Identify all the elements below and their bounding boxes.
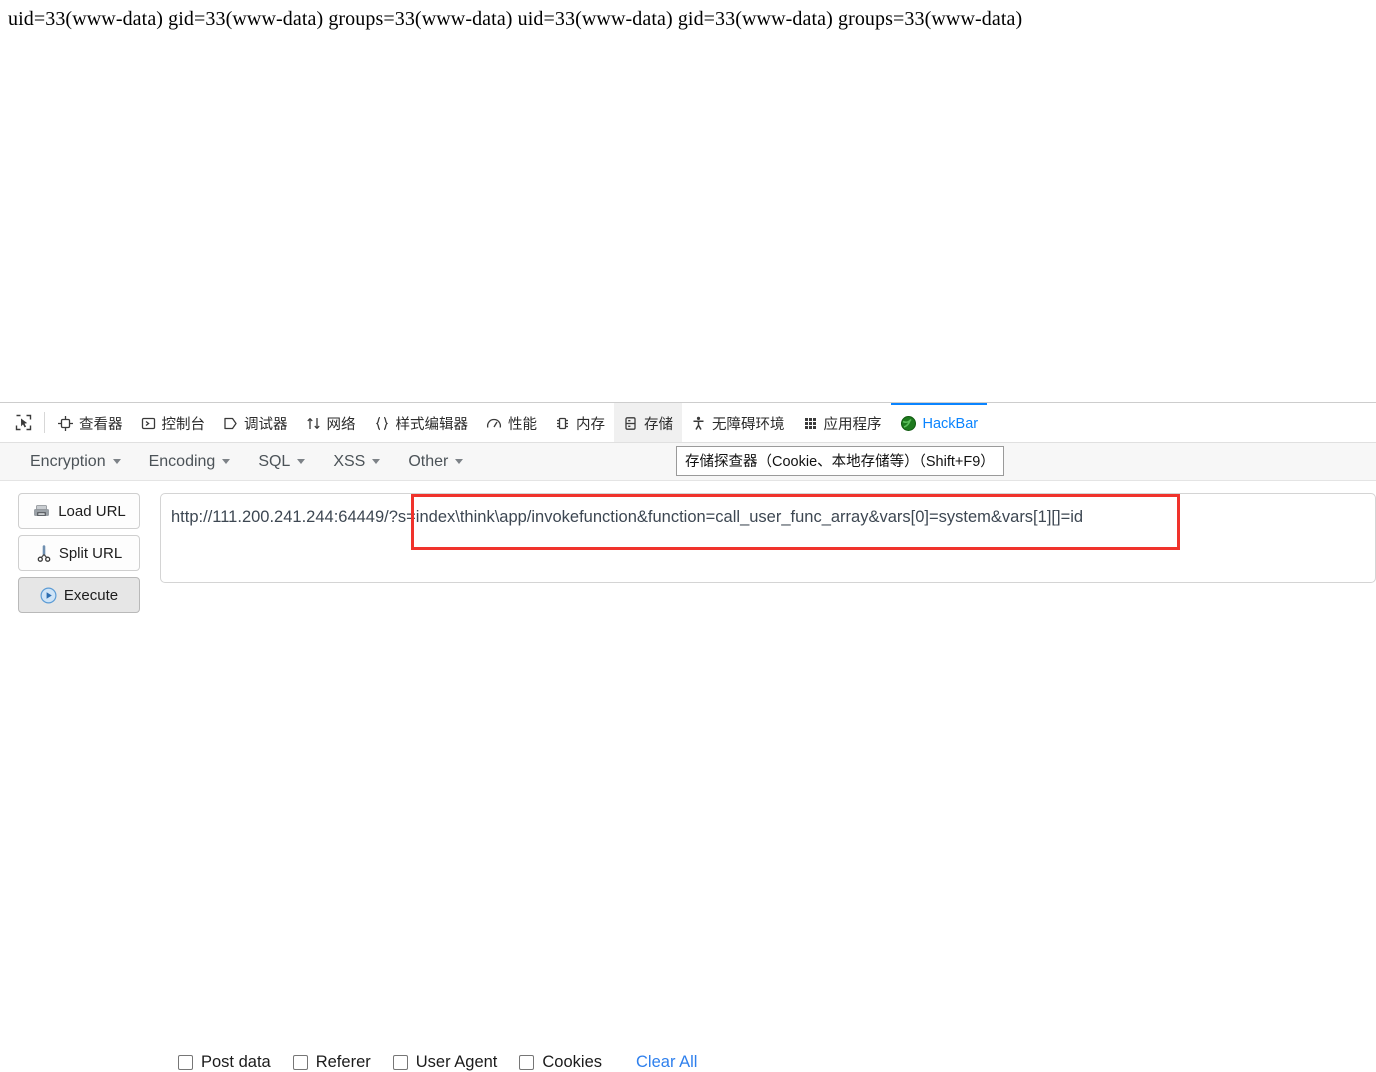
chevron-down-icon	[455, 459, 464, 464]
menu-encoding-label: Encoding	[148, 452, 216, 470]
checkbox-user-agent[interactable]: User Agent	[392, 1053, 498, 1072]
tab-style-editor-label: 样式编辑器	[395, 417, 469, 433]
checkbox-referer-box[interactable]	[292, 1055, 308, 1070]
application-icon	[803, 416, 818, 431]
tab-performance[interactable]: 性能	[477, 403, 546, 442]
checkbox-cookies-label: Cookies	[542, 1053, 603, 1071]
memory-icon	[555, 416, 570, 431]
menu-xss[interactable]: XSS	[321, 448, 392, 476]
split-url-button[interactable]: Split URL	[18, 535, 140, 571]
checkbox-referer[interactable]: Referer	[292, 1053, 371, 1072]
tab-inspector[interactable]: 查看器	[49, 403, 132, 442]
url-input[interactable]	[160, 493, 1376, 583]
menu-sql[interactable]: SQL	[246, 448, 317, 476]
tab-debugger[interactable]: 调试器	[214, 403, 297, 442]
load-url-label: Load URL	[58, 502, 126, 520]
toolbar-divider	[44, 412, 45, 433]
tab-memory-label: 内存	[576, 417, 605, 433]
chevron-down-icon	[112, 459, 121, 464]
checkbox-referer-label: Referer	[315, 1053, 371, 1071]
inspector-icon	[58, 416, 73, 431]
play-icon	[40, 586, 57, 604]
tab-console-label: 控制台	[161, 417, 206, 433]
hackbar-panel: Encryption Encoding SQL XSS Other Load U…	[0, 443, 1376, 1071]
checkbox-user-agent-box[interactable]	[392, 1055, 408, 1070]
menu-sql-label: SQL	[258, 452, 291, 470]
storage-tab-tooltip: 存储探查器（Cookie、本地存储等）（Shift+F9）	[676, 446, 1004, 476]
chevron-down-icon	[372, 459, 381, 464]
tab-hackbar[interactable]: HackBar	[890, 403, 988, 442]
checkbox-cookies[interactable]: Cookies	[519, 1053, 602, 1072]
checkbox-post-data-label: Post data	[201, 1053, 271, 1071]
tab-performance-label: 性能	[508, 417, 537, 433]
storage-icon	[623, 416, 638, 431]
menu-encoding[interactable]: Encoding	[137, 448, 243, 476]
load-url-button[interactable]: Load URL	[18, 493, 140, 529]
tab-console[interactable]: 控制台	[132, 403, 215, 442]
menu-other[interactable]: Other	[396, 448, 475, 476]
style-editor-icon	[374, 416, 390, 431]
chevron-down-icon	[297, 459, 306, 464]
element-picker-icon	[15, 414, 32, 431]
console-icon	[141, 416, 156, 431]
load-url-icon	[32, 504, 51, 519]
hackbar-action-buttons: Load URL Split URL Execute	[0, 493, 160, 613]
split-url-label: Split URL	[58, 544, 123, 562]
network-icon	[306, 416, 321, 431]
element-picker-button[interactable]	[6, 403, 40, 442]
tab-storage[interactable]: 存储	[614, 403, 682, 442]
browser-viewport: uid=33(www-data) gid=33(www-data) groups…	[0, 0, 1376, 400]
checkbox-post-data[interactable]: Post data	[178, 1053, 271, 1072]
tab-application-label: 应用程序	[823, 417, 882, 433]
menu-encryption-label: Encryption	[30, 452, 106, 470]
performance-icon	[486, 416, 502, 431]
tab-storage-label: 存储	[644, 417, 673, 433]
clear-all-link[interactable]: Clear All	[636, 1053, 697, 1072]
checkbox-user-agent-label: User Agent	[415, 1053, 498, 1071]
tab-accessibility-label: 无障碍环境	[712, 417, 785, 433]
tab-inspector-label: 查看器	[79, 417, 123, 433]
checkbox-cookies-box[interactable]	[519, 1055, 535, 1070]
command-output-text: uid=33(www-data) gid=33(www-data) groups…	[8, 8, 1023, 30]
devtools-panel: 查看器 控制台 调试器 网络 样式编辑器 性能 内存 存储 无障碍环境 应用程序…	[0, 402, 1376, 1071]
chevron-down-icon	[222, 459, 231, 464]
tab-network-label: 网络	[326, 417, 356, 433]
menu-encryption[interactable]: Encryption	[18, 448, 133, 476]
scissors-icon	[36, 544, 52, 562]
tab-application[interactable]: 应用程序	[794, 403, 891, 442]
execute-button[interactable]: Execute	[18, 577, 140, 613]
tab-memory[interactable]: 内存	[546, 403, 614, 442]
debugger-icon	[223, 416, 238, 431]
tab-hackbar-label: HackBar	[922, 415, 979, 432]
menu-other-label: Other	[408, 452, 449, 470]
hackbar-body: Load URL Split URL Execute http://111.20…	[0, 481, 1376, 613]
hackbar-url-container	[160, 493, 1376, 613]
tab-accessibility[interactable]: 无障碍环境	[682, 403, 794, 442]
devtools-tab-toolbar: 查看器 控制台 调试器 网络 样式编辑器 性能 内存 存储 无障碍环境 应用程序…	[0, 403, 1376, 443]
hackbar-globe-icon	[900, 415, 917, 432]
tab-debugger-label: 调试器	[244, 417, 288, 433]
menu-xss-label: XSS	[333, 452, 366, 470]
accessibility-icon	[691, 416, 706, 431]
tab-style-editor[interactable]: 样式编辑器	[365, 403, 478, 442]
execute-label: Execute	[63, 586, 119, 604]
checkbox-post-data-box[interactable]	[178, 1055, 193, 1070]
hackbar-options-row: Post data Referer User Agent Cookies Cle…	[178, 1053, 697, 1072]
tab-network[interactable]: 网络	[297, 403, 365, 442]
